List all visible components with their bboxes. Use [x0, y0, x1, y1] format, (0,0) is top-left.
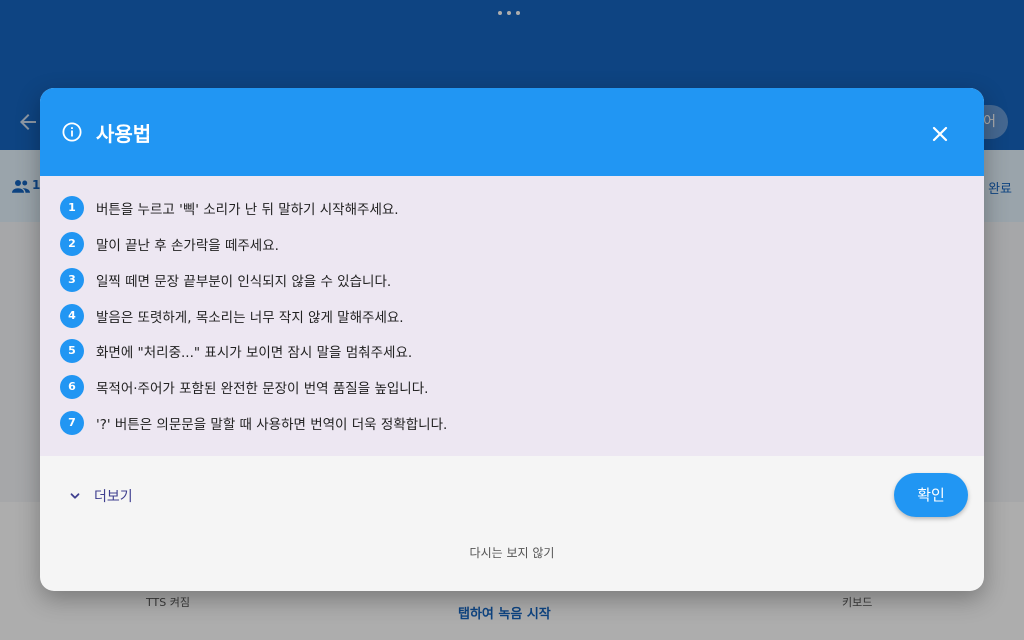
step-number-badge: 1: [60, 196, 84, 220]
info-icon: [62, 122, 82, 142]
step-text: 발음은 또렷하게, 목소리는 너무 작지 않게 말해주세요.: [96, 310, 404, 326]
list-item: 3 일찍 떼면 문장 끝부분이 인식되지 않을 수 있습니다.: [60, 268, 391, 292]
step-text: 버튼을 누르고 '삑' 소리가 난 뒤 말하기 시작해주세요.: [96, 202, 399, 218]
step-text: 일찍 떼면 문장 끝부분이 인식되지 않을 수 있습니다.: [96, 274, 392, 290]
step-number-badge: 5: [60, 339, 84, 363]
instruction-list: 1 버튼을 누르고 '삑' 소리가 난 뒤 말하기 시작해주세요. 2 말이 끝…: [40, 176, 984, 456]
list-item: 2 말이 끝난 후 손가락을 떼주세요.: [60, 232, 279, 256]
step-number-badge: 4: [60, 304, 84, 328]
dont-show-again-link[interactable]: 다시는 보지 않기: [40, 544, 984, 561]
list-item: 7 '?' 버튼은 의문문을 말할 때 사용하면 번역이 더욱 정확합니다.: [60, 411, 447, 435]
step-text: 목적어·주어가 포함된 완전한 문장이 번역 품질을 높입니다.: [96, 381, 429, 397]
usage-dialog: 사용법 1 버튼을 누르고 '삑' 소리가 난 뒤 말하기 시작해주세요. 2 …: [40, 88, 984, 591]
chevron-down-icon: [70, 493, 80, 499]
list-item: 6 목적어·주어가 포함된 완전한 문장이 번역 품질을 높입니다.: [60, 375, 428, 399]
step-text: 화면에 "처리중..." 표시가 보이면 잠시 말을 멈춰주세요.: [96, 345, 413, 361]
step-number-badge: 7: [60, 411, 84, 435]
list-item: 5 화면에 "처리중..." 표시가 보이면 잠시 말을 멈춰주세요.: [60, 339, 412, 363]
more-label: 더보기: [94, 489, 133, 505]
list-item: 4 발음은 또렷하게, 목소리는 너무 작지 않게 말해주세요.: [60, 304, 404, 328]
list-item: 1 버튼을 누르고 '삑' 소리가 난 뒤 말하기 시작해주세요.: [60, 196, 399, 220]
step-text: '?' 버튼은 의문문을 말할 때 사용하면 번역이 더욱 정확합니다.: [96, 417, 448, 433]
close-icon[interactable]: [924, 118, 956, 150]
step-number-badge: 6: [60, 375, 84, 399]
dialog-title: 사용법: [96, 122, 152, 146]
dialog-header: 사용법: [40, 88, 984, 176]
step-number-badge: 2: [60, 232, 84, 256]
confirm-button[interactable]: 확인: [894, 473, 968, 517]
step-number-badge: 3: [60, 268, 84, 292]
step-text: 말이 끝난 후 손가락을 떼주세요.: [96, 238, 279, 254]
more-toggle-button[interactable]: 더보기: [68, 486, 133, 506]
